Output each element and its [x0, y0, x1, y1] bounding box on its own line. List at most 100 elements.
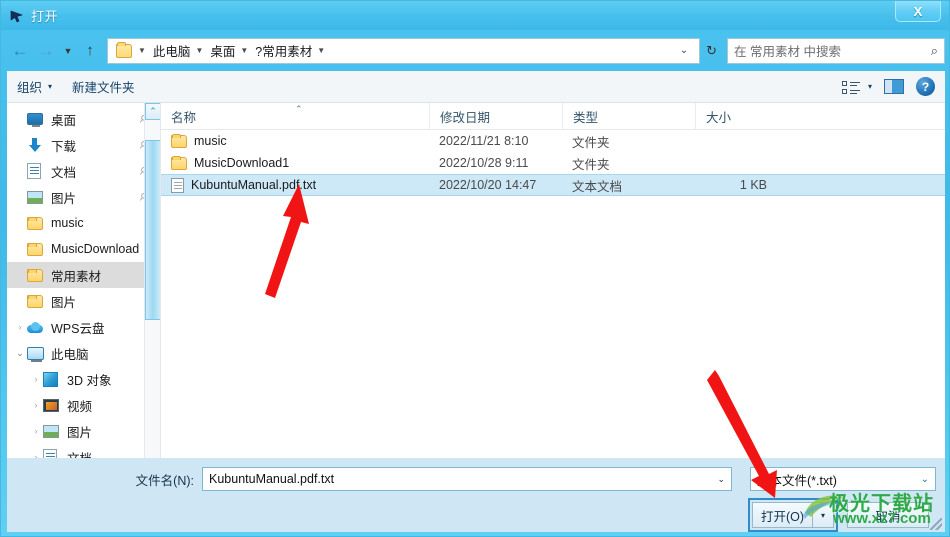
file-rows: music 2022/11/21 8:10 文件夹 MusicDownload1 202… — [161, 130, 945, 196]
forward-button[interactable]: → — [33, 38, 59, 64]
sidebar-item-10[interactable]: › 3D 对象 — [7, 366, 160, 392]
close-button[interactable]: X — [895, 1, 941, 22]
chevron-right-icon[interactable]: › — [13, 322, 27, 332]
breadcrumb-caret-root[interactable]: ▼ — [134, 46, 152, 55]
column-header-name[interactable]: ⌃ 名称 — [161, 103, 429, 129]
sidebar-item-label: MusicDownload — [51, 242, 140, 256]
refresh-icon[interactable]: ↻ — [700, 43, 723, 59]
file-name: KubuntuManual.pdf.txt — [191, 178, 317, 192]
desktop-icon — [27, 111, 45, 127]
sidebar-item-0[interactable]: 桌面 ⚲ — [7, 106, 160, 132]
breadcrumb-caret-2[interactable]: ▼ — [313, 46, 331, 55]
column-headers: ⌃ 名称 修改日期 类型 大小 — [161, 103, 945, 130]
file-name: music — [194, 134, 227, 148]
address-dropdown-icon[interactable]: ⌄ — [673, 45, 695, 56]
column-label-name: 名称 — [171, 110, 197, 125]
sidebar-item-label: music — [51, 216, 84, 230]
sidebar-item-8[interactable]: › WPS云盘 — [7, 314, 160, 340]
column-header-type[interactable]: 类型 — [562, 103, 695, 129]
sidebar-item-9[interactable]: ⌄ 此电脑 — [7, 340, 160, 366]
column-label-date: 修改日期 — [440, 110, 491, 125]
document-icon — [43, 449, 61, 458]
sidebar-item-3[interactable]: 图片 ⚲ — [7, 184, 160, 210]
sidebar-item-1[interactable]: 下载 ⚲ — [7, 132, 160, 158]
scroll-up-button[interactable]: ⌃ — [145, 103, 160, 120]
back-button[interactable]: ← — [7, 38, 33, 64]
cell-date: 2022/10/20 14:47 — [439, 178, 537, 192]
folder-icon — [27, 215, 45, 231]
sidebar-item-label: 3D 对象 — [67, 373, 112, 388]
column-header-date[interactable]: 修改日期 — [429, 103, 562, 129]
cancel-button[interactable]: 取消 — [847, 502, 929, 528]
sidebar-item-label: 常用素材 — [51, 269, 102, 284]
cloud-icon — [27, 319, 45, 335]
breadcrumb-item-1[interactable]: 桌面 — [209, 41, 236, 60]
sidebar-item-7[interactable]: 图片 — [7, 288, 160, 314]
preview-pane-icon[interactable] — [884, 79, 904, 94]
sidebar-item-label: 桌面 — [51, 113, 77, 128]
sidebar-item-4[interactable]: music — [7, 210, 160, 236]
file-name: MusicDownload1 — [194, 156, 290, 170]
window-title: 打开 — [31, 9, 59, 24]
folder-icon — [171, 155, 187, 170]
column-header-size[interactable]: 大小 — [695, 103, 775, 129]
sidebar-item-label: 视频 — [67, 399, 93, 414]
sidebar-scrollbar[interactable]: ⌃ ⌄ — [144, 103, 160, 458]
sidebar-item-12[interactable]: › 图片 — [7, 418, 160, 444]
chevron-right-icon[interactable]: › — [29, 426, 43, 436]
folder-icon — [27, 293, 45, 309]
cell-date: 2022/10/28 9:11 — [439, 156, 529, 170]
help-button[interactable]: ? — [916, 77, 935, 96]
computer-icon — [27, 345, 45, 362]
history-dropdown-icon[interactable]: ▼ — [59, 38, 77, 64]
cell-type: 文本文档 — [572, 179, 623, 194]
sidebar-item-2[interactable]: 文档 ⚲ — [7, 158, 160, 184]
views-dropdown-icon[interactable]: ▾ — [868, 82, 872, 91]
sidebar-item-label: 文档 — [67, 448, 92, 459]
chevron-down-icon[interactable]: ⌄ — [13, 348, 27, 359]
chevron-right-icon[interactable]: › — [29, 374, 43, 384]
sidebar-item-5[interactable]: MusicDownload — [7, 236, 160, 262]
table-row[interactable]: KubuntuManual.pdf.txt 2022/10/20 14:47 文本文… — [161, 174, 945, 196]
scrollbar-thumb[interactable] — [145, 140, 160, 320]
navigation-list: 桌面 ⚲ 下载 ⚲ 文档 ⚲ 图片 ⚲ music MusicDownload 常用素材图片 › WPS… — [7, 103, 160, 458]
sidebar-item-label: 图片 — [51, 295, 77, 310]
address-bar[interactable]: ▼ 此电脑 ▼ 桌面 ▼ ?常用素材 ▼ ⌄ — [107, 37, 701, 64]
navigation-pane: 桌面 ⚲ 下载 ⚲ 文档 ⚲ 图片 ⚲ music MusicDownload 常用素材图片 › WPS… — [7, 103, 161, 458]
filename-value: KubuntuManual.pdf.txt — [209, 472, 335, 486]
sidebar-item-label: 此电脑 — [51, 347, 89, 362]
view-list-icon[interactable] — [841, 80, 860, 94]
search-placeholder: 在 常用素材 中搜索 — [734, 45, 841, 59]
filetype-value: 文本文件(*.txt) — [757, 473, 837, 488]
resize-grip[interactable] — [930, 518, 942, 530]
up-button[interactable]: ↑ — [77, 38, 103, 64]
sidebar-item-label: 文档 — [51, 165, 77, 180]
open-dropdown-button[interactable]: ▾ — [812, 502, 834, 528]
breadcrumb-item-0[interactable]: 此电脑 — [152, 41, 192, 60]
sidebar-item-11[interactable]: › 视频 — [7, 392, 160, 418]
title-bar: 打开 X — [1, 1, 949, 30]
filetype-select[interactable]: 文本文件(*.txt) ⌄ — [750, 467, 936, 491]
cell-date: 2022/11/21 8:10 — [439, 134, 529, 148]
new-folder-button[interactable]: 新建文件夹 — [62, 77, 145, 96]
open-split-button[interactable]: 打开(O) ▾ — [748, 498, 838, 532]
sidebar-item-13[interactable]: ›文档 — [7, 444, 160, 458]
breadcrumb-item-2[interactable]: ?常用素材 — [254, 41, 313, 60]
chevron-down-icon[interactable]: ⌄ — [717, 474, 725, 485]
breadcrumb-caret-1[interactable]: ▼ — [236, 46, 254, 55]
breadcrumb-caret-0[interactable]: ▼ — [191, 46, 209, 55]
cell-size: 1 KB — [739, 178, 767, 192]
open-button[interactable]: 打开(O) — [752, 502, 812, 528]
search-icon: ⌕ — [930, 42, 938, 58]
folder-icon — [116, 41, 132, 58]
search-input[interactable]: 在 常用素材 中搜索 ⌕ — [727, 37, 945, 64]
table-row[interactable]: music 2022/11/21 8:10 文件夹 — [161, 130, 945, 152]
chevron-down-icon: ⌄ — [920, 473, 929, 485]
column-label-type: 类型 — [573, 110, 599, 125]
table-row[interactable]: MusicDownload1 2022/10/28 9:11 文件夹 — [161, 152, 945, 174]
chevron-right-icon[interactable]: › — [29, 400, 43, 410]
filename-input[interactable]: KubuntuManual.pdf.txt ⌄ — [202, 467, 732, 491]
command-toolbar: 组织 ▾ 新建文件夹 ▾ ? — [7, 71, 945, 103]
organize-button[interactable]: 组织 ▾ — [7, 77, 62, 96]
sidebar-item-6[interactable]: 常用素材 — [7, 262, 160, 288]
